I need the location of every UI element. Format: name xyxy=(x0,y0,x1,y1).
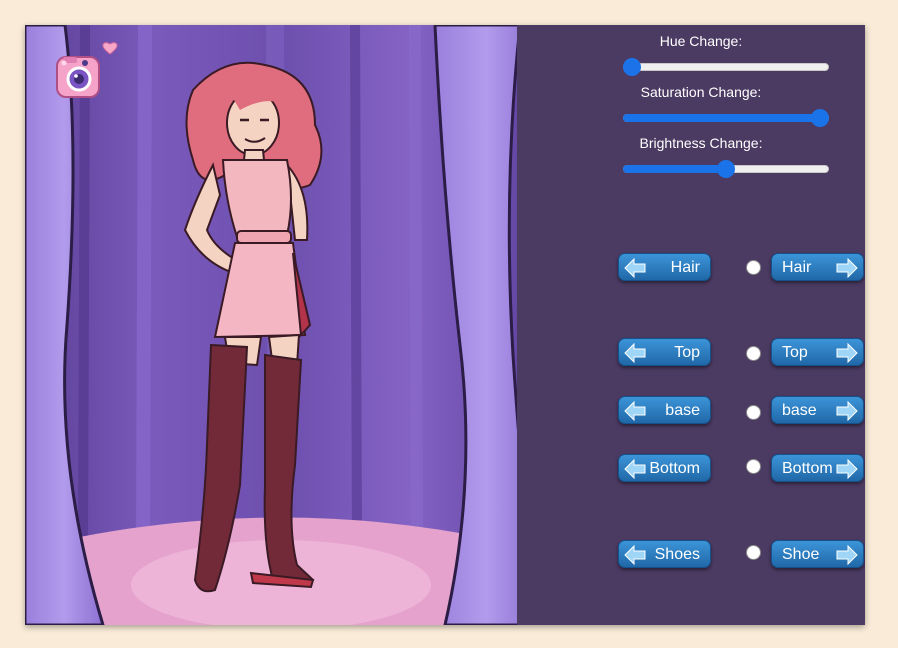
bottom-next-label: Bottom xyxy=(782,460,833,477)
saturation-slider-thumb[interactable] xyxy=(811,109,829,127)
brightness-label: Brightness Change: xyxy=(639,135,763,151)
arrow-right-icon xyxy=(836,343,858,363)
arrow-left-icon xyxy=(624,343,646,363)
hue-slider-track[interactable] xyxy=(623,63,829,71)
hue-slider[interactable] xyxy=(623,58,829,76)
top-next-label: Top xyxy=(782,344,808,361)
base-next-label: base xyxy=(782,402,817,419)
shoes-next-label: Shoe xyxy=(782,546,820,563)
top-next-button[interactable]: Top xyxy=(771,338,864,366)
heart-icon xyxy=(102,41,118,55)
camera-icon[interactable] xyxy=(55,53,103,99)
base-prev-label: base xyxy=(665,402,700,419)
saturation-label: Saturation Change: xyxy=(640,84,762,100)
hair-next-label: Hair xyxy=(782,259,812,276)
dressing-stage xyxy=(25,25,537,625)
top-prev-label: Top xyxy=(674,344,700,361)
bottom-next-button[interactable]: Bottom xyxy=(771,454,864,482)
hair-prev-button[interactable]: Hair xyxy=(618,253,711,281)
shoes-prev-button[interactable]: Shoes xyxy=(618,540,711,568)
brightness-slider-thumb[interactable] xyxy=(717,160,735,178)
shoes-prev-label: Shoes xyxy=(654,546,700,563)
brightness-slider[interactable] xyxy=(623,160,829,178)
arrow-left-icon xyxy=(624,258,646,278)
top-radio[interactable] xyxy=(746,346,761,361)
top-prev-button[interactable]: Top xyxy=(618,338,711,366)
hair-prev-label: Hair xyxy=(670,259,700,276)
arrow-right-icon xyxy=(836,545,858,565)
brightness-slider-fill xyxy=(623,165,726,173)
saturation-slider[interactable] xyxy=(623,109,829,127)
shoes-next-button[interactable]: Shoe xyxy=(771,540,864,568)
hue-slider-thumb[interactable] xyxy=(623,58,641,76)
hair-radio[interactable] xyxy=(746,260,761,275)
shoes-radio[interactable] xyxy=(746,545,761,560)
hue-label: Hue Change: xyxy=(659,33,743,49)
saturation-slider-fill xyxy=(623,114,820,122)
game-frame: Hue Change: Saturation Change: Brightnes… xyxy=(25,25,865,625)
arrow-left-icon xyxy=(624,545,646,565)
arrow-left-icon xyxy=(624,459,646,479)
hair-next-button[interactable]: Hair xyxy=(771,253,864,281)
base-next-button[interactable]: base xyxy=(771,396,864,424)
arrow-left-icon xyxy=(624,401,646,421)
base-radio[interactable] xyxy=(746,405,761,420)
bottom-prev-button[interactable]: Bottom xyxy=(618,454,711,482)
base-prev-button[interactable]: base xyxy=(618,396,711,424)
arrow-right-icon xyxy=(836,258,858,278)
arrow-right-icon xyxy=(836,459,858,479)
control-panel: Hue Change: Saturation Change: Brightnes… xyxy=(537,25,865,625)
arrow-right-icon xyxy=(836,401,858,421)
bottom-radio[interactable] xyxy=(746,459,761,474)
bottom-prev-label: Bottom xyxy=(649,460,700,477)
